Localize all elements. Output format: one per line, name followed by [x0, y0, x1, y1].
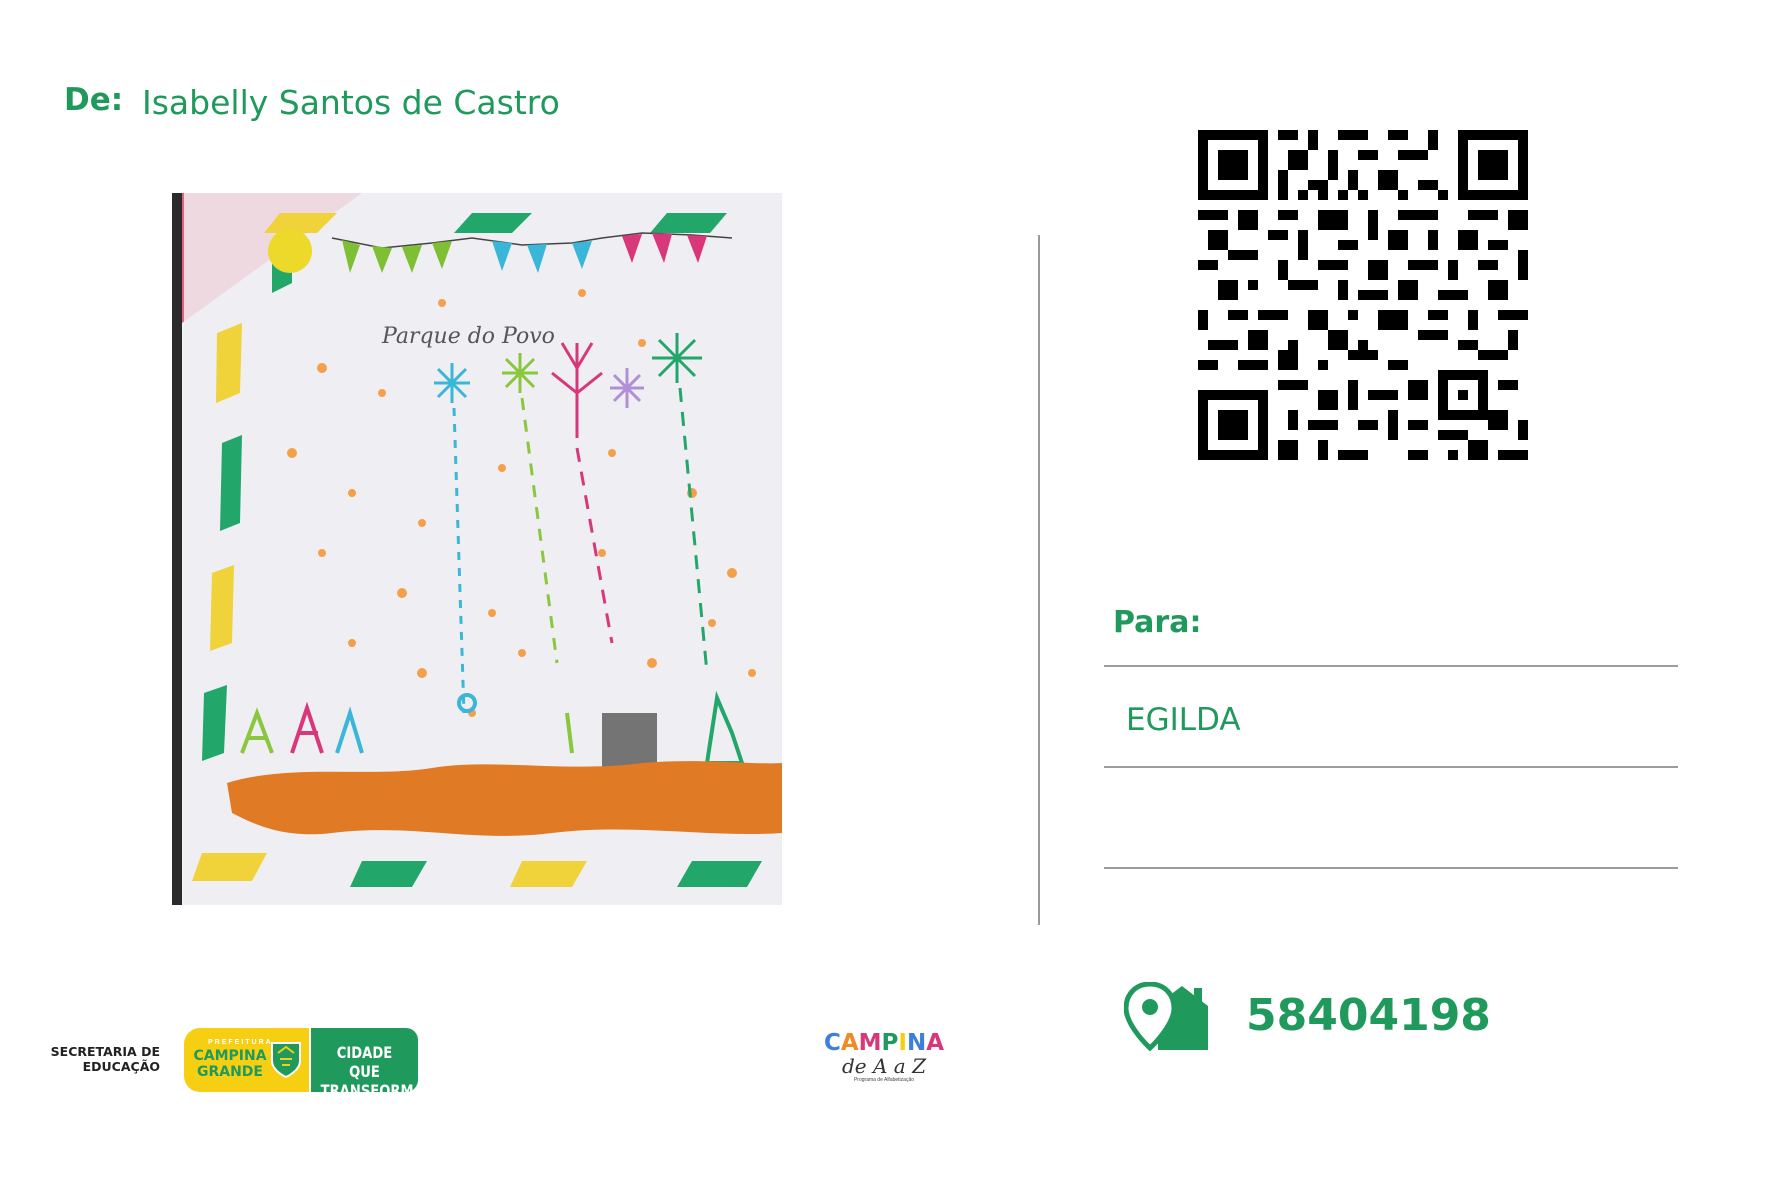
prefeitura-small-text: PREFEITURA [208, 1039, 273, 1046]
qr-code-graphic [1198, 130, 1528, 460]
address-line-3 [1104, 867, 1678, 869]
address-line-1 [1104, 665, 1678, 667]
cidade-que-transforma-logo: CIDADE QUE TRANSFORMA [311, 1028, 424, 1100]
postal-code: 58404198 [1246, 990, 1491, 1041]
shield-icon [270, 1039, 302, 1079]
drawing-artwork: Parque do Povo [172, 193, 782, 905]
recipient-name: EGILDA [1126, 702, 1241, 738]
cidade-logo-text: CIDADE QUE TRANSFORMA [320, 1043, 424, 1100]
campina-de-a-a-z-logo: CAMPINA de A a Z Programa de Alfabetizaç… [823, 1030, 945, 1092]
address-line-2 [1104, 766, 1678, 768]
from-label: De: [64, 82, 124, 118]
child-drawing: Parque do Povo [172, 193, 782, 905]
svg-text:Parque do Povo: Parque do Povo [381, 324, 555, 349]
house-location-icon [1123, 981, 1210, 1052]
qr-code-icon [1198, 130, 1528, 460]
prefeitura-logo: PREFEITURA CAMPINA GRANDE [184, 1028, 309, 1092]
vertical-divider [1038, 235, 1040, 925]
campina-logo-title: CAMPINA [823, 1030, 945, 1056]
campina-logo-subtitle: de A a Z [842, 1054, 926, 1078]
sender-name: Isabelly Santos de Castro [142, 83, 560, 122]
secretaria-logo-text: SECRETARIA DE EDUCAÇÃO [50, 1044, 160, 1074]
prefeitura-big-text: CAMPINA GRANDE [193, 1048, 267, 1080]
to-label: Para: [1113, 605, 1202, 640]
